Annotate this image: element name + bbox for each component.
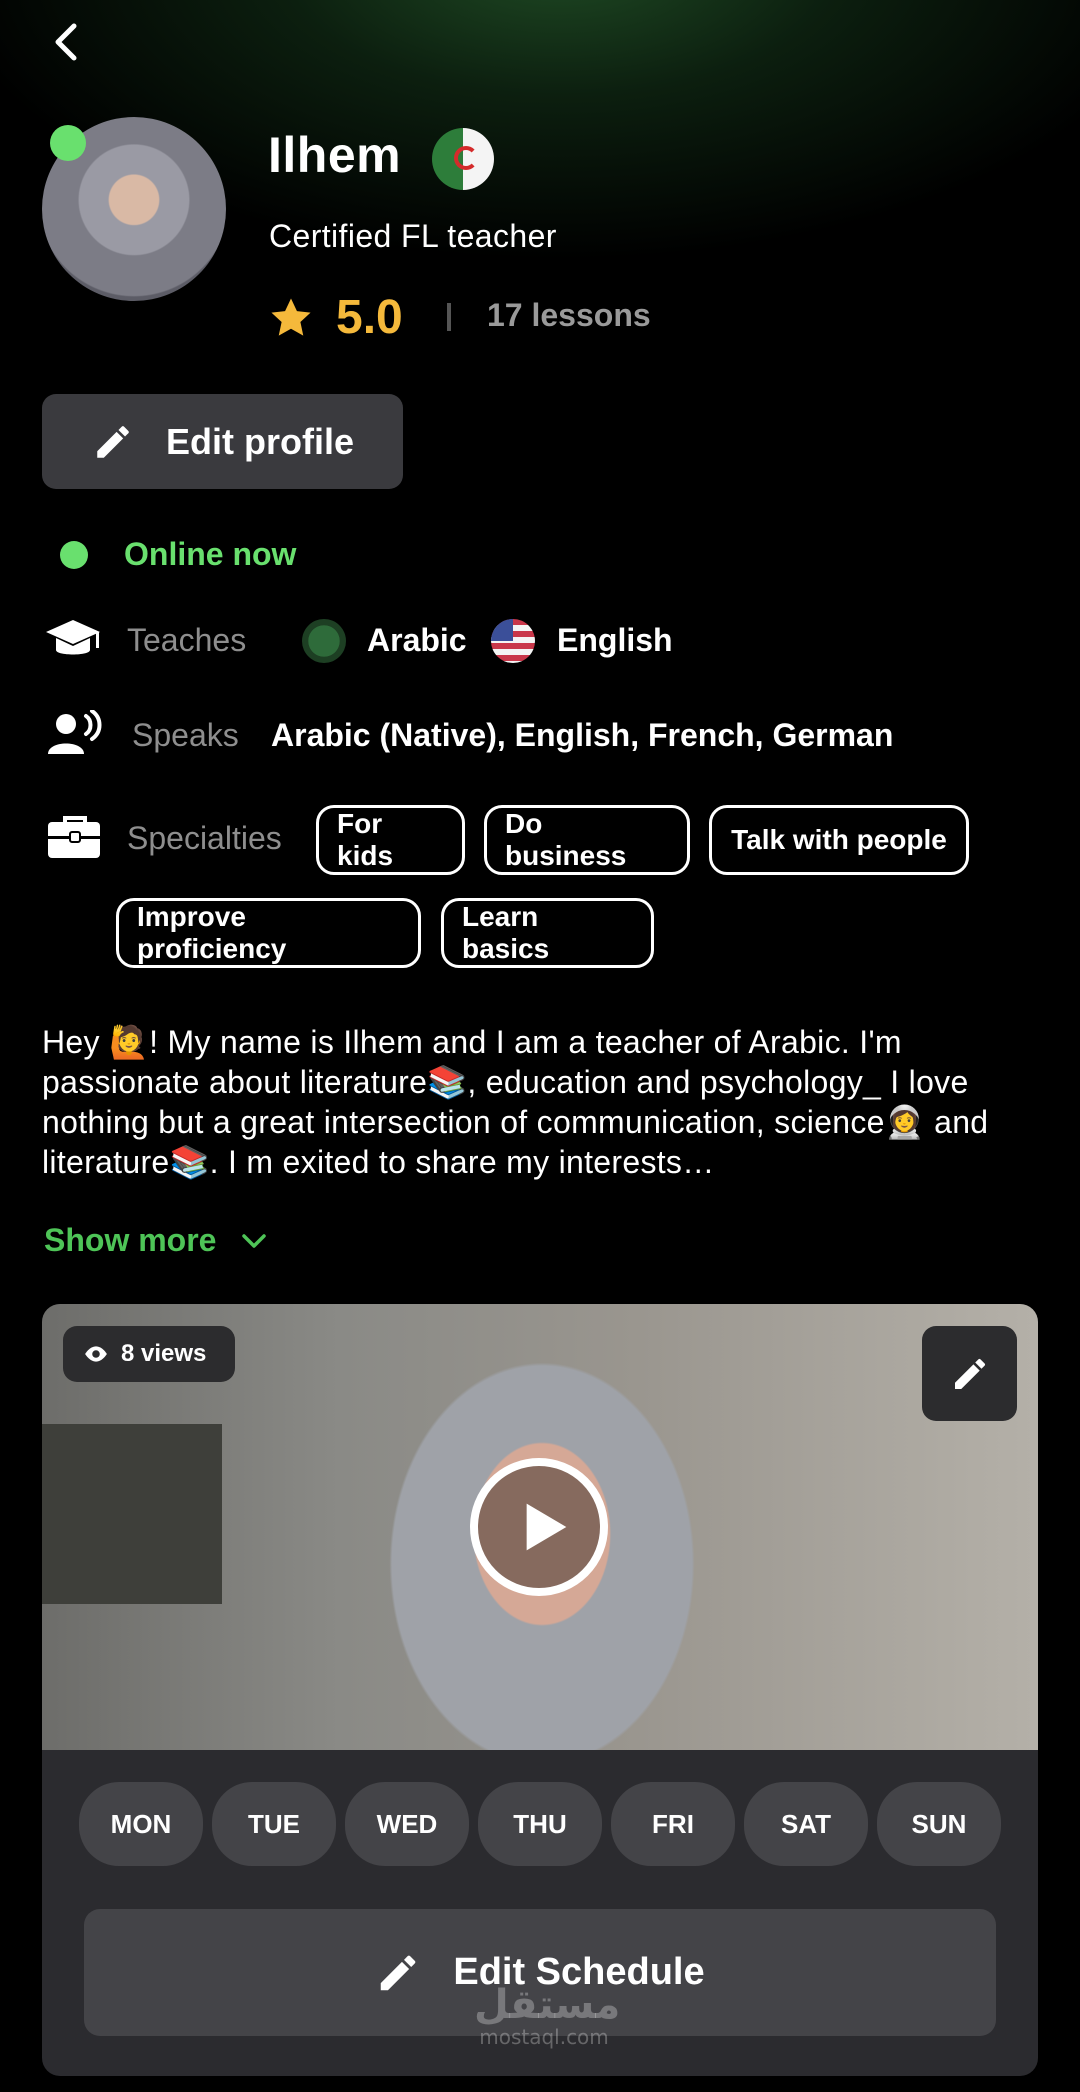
intro-video-card: 8 views MON TUE WED THU FRI SAT SUN Edit… <box>42 1304 1038 2076</box>
chevron-down-icon <box>242 1233 267 1248</box>
specialties-label: Specialties <box>127 820 282 856</box>
bio-text: Hey 🙋! My name is Ilhem and I am a teach… <box>42 1024 989 1180</box>
specialty-chip[interactable]: Do business <box>484 805 690 875</box>
teacher-title: Certified FL teacher <box>269 218 557 254</box>
play-button[interactable] <box>470 1458 608 1596</box>
show-more-label: Show more <box>44 1222 217 1258</box>
star-icon <box>271 298 311 336</box>
specialty-chip[interactable]: Talk with people <box>709 805 969 875</box>
show-more-button[interactable]: Show more <box>44 1222 270 1259</box>
day-sat[interactable]: SAT <box>744 1782 868 1866</box>
speaking-person-icon <box>48 710 102 754</box>
pencil-icon <box>97 425 129 458</box>
edit-video-button[interactable] <box>922 1326 1017 1421</box>
algeria-flag-icon <box>432 128 494 190</box>
online-status-text: Online now <box>124 536 297 572</box>
video-background <box>42 1424 222 1604</box>
watermark: مستقل mostaql.com <box>474 1982 621 2049</box>
online-dot-icon <box>60 540 88 569</box>
day-fri[interactable]: FRI <box>611 1782 735 1866</box>
rating-value: 5.0 <box>336 291 403 344</box>
lessons-count: 17 lessons <box>487 297 651 333</box>
views-count: 8 views <box>121 1340 207 1367</box>
day-tue[interactable]: TUE <box>212 1782 336 1866</box>
specialty-chip[interactable]: Learn basics <box>441 898 654 968</box>
avatar <box>42 117 226 301</box>
intro-video[interactable]: 8 views <box>42 1304 1038 1750</box>
teacher-name: Ilhem <box>268 127 402 183</box>
eye-icon <box>85 1346 107 1362</box>
briefcase-icon <box>48 816 100 858</box>
day-wed[interactable]: WED <box>345 1782 469 1866</box>
edit-profile-button[interactable]: Edit profile <box>42 394 403 489</box>
speaks-label: Speaks <box>132 717 239 753</box>
online-status: Online now <box>60 536 296 573</box>
graduation-cap-icon <box>46 620 100 655</box>
views-badge: 8 views <box>63 1326 235 1382</box>
day-sun[interactable]: SUN <box>877 1782 1001 1866</box>
divider <box>447 303 451 331</box>
schedule-days: MON TUE WED THU FRI SAT SUN <box>79 1782 1001 1866</box>
back-button[interactable] <box>44 18 92 66</box>
edit-profile-label: Edit profile <box>166 420 354 462</box>
teaches-english: English <box>557 622 673 658</box>
us-flag-icon <box>491 619 535 663</box>
day-mon[interactable]: MON <box>79 1782 203 1866</box>
pencil-icon <box>954 1358 985 1389</box>
arab-league-flag-icon <box>302 619 346 663</box>
speaks-value: Arabic (Native), English, French, German <box>271 717 894 753</box>
specialty-chip[interactable]: Improve proficiency <box>116 898 421 968</box>
watermark-logo: مستقل <box>474 1982 621 2028</box>
teaches-label: Teaches <box>127 622 247 658</box>
specialty-chip[interactable]: For kids <box>316 805 465 875</box>
pencil-icon <box>381 1955 416 1990</box>
day-thu[interactable]: THU <box>478 1782 602 1866</box>
teaches-arabic: Arabic <box>367 622 467 658</box>
online-indicator <box>50 125 86 161</box>
watermark-url: mostaql.com <box>479 2025 609 2049</box>
chevron-left-icon <box>55 23 77 61</box>
play-icon <box>526 1503 567 1551</box>
